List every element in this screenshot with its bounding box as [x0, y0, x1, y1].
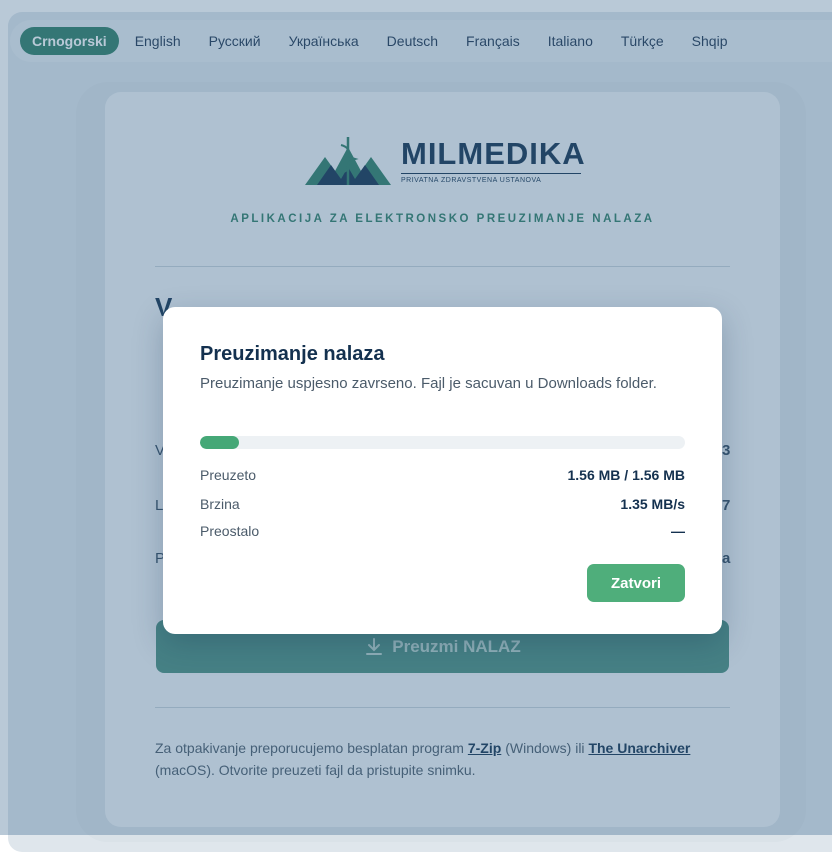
stat-label: Brzina: [200, 496, 240, 512]
modal-message: Preuzimanje uspjesno zavrseno. Fajl je s…: [200, 375, 657, 392]
stat-row-remaining: Preostalo —: [200, 523, 685, 539]
stat-value: 1.56 MB / 1.56 MB: [567, 467, 686, 483]
stat-value: 1.35 MB/s: [620, 496, 685, 512]
progress-bar-fill: [200, 436, 239, 449]
progress-bar: [200, 436, 685, 449]
stat-label: Preuzeto: [200, 467, 257, 483]
download-modal: Preuzimanje nalaza Preuzimanje uspjesno …: [163, 307, 722, 634]
modal-title: Preuzimanje nalaza: [200, 343, 385, 365]
stat-row-downloaded: Preuzeto 1.56 MB / 1.56 MB: [200, 467, 685, 483]
stat-label: Preostalo: [200, 523, 260, 539]
stat-value: —: [671, 523, 685, 539]
stat-row-speed: Brzina 1.35 MB/s: [200, 496, 685, 512]
close-button[interactable]: Zatvori: [587, 564, 685, 602]
